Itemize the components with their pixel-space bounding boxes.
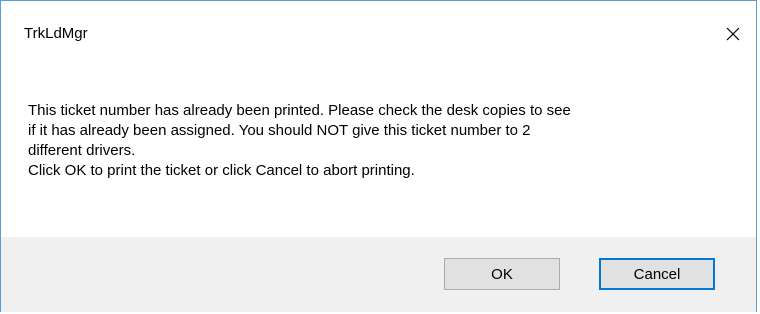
close-icon (726, 27, 740, 41)
message-line: if it has already been assigned. You sho… (28, 122, 531, 139)
message-dialog: TrkLdMgr This ticket number has already … (0, 0, 757, 312)
cancel-button[interactable]: Cancel (599, 258, 715, 290)
ok-button[interactable]: OK (444, 258, 560, 290)
message-line: different drivers. (28, 142, 136, 159)
dialog-message: This ticket number has already been prin… (28, 101, 728, 181)
title-bar[interactable]: TrkLdMgr (1, 1, 756, 65)
button-bar: OK Cancel (1, 237, 756, 312)
message-line: This ticket number has already been prin… (28, 102, 571, 119)
message-line: Click OK to print the ticket or click Ca… (28, 162, 415, 179)
window-title: TrkLdMgr (24, 25, 88, 42)
close-button[interactable] (710, 15, 756, 53)
